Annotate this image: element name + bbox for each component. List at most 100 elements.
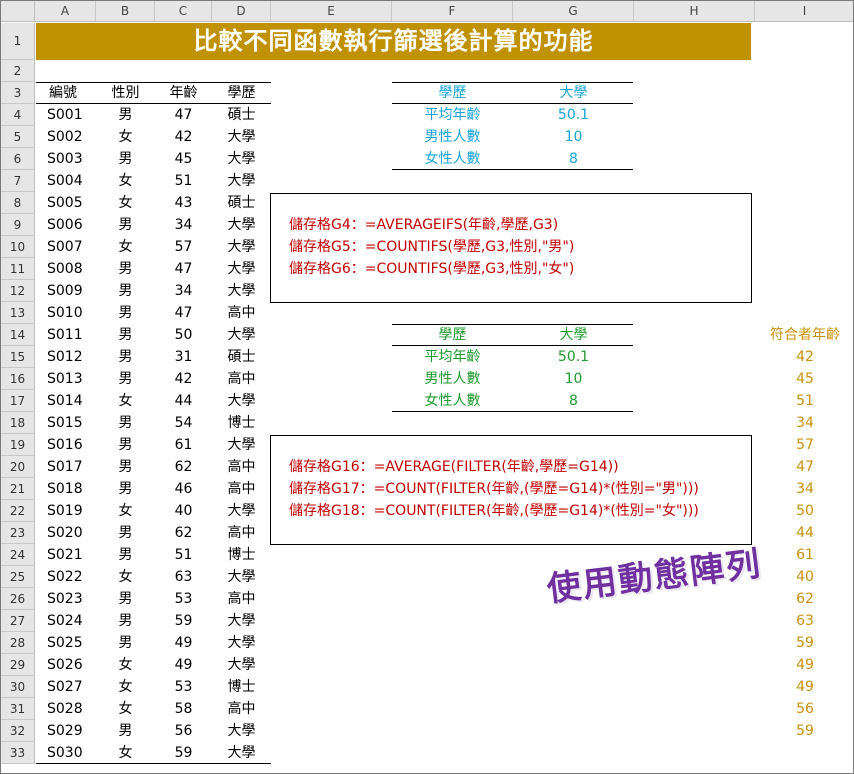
row-header-15[interactable]: 15	[1, 346, 35, 368]
table-cell[interactable]: 男	[96, 214, 155, 236]
row-header-17[interactable]: 17	[1, 390, 35, 412]
table-cell[interactable]: 62	[155, 456, 212, 478]
table-cell[interactable]: 女	[96, 236, 155, 258]
age-value[interactable]: 62	[755, 588, 853, 610]
table-cell[interactable]: 大學	[212, 214, 271, 236]
table-cell[interactable]: 男	[96, 456, 155, 478]
table-cell[interactable]: S030	[41, 742, 102, 764]
table-cell[interactable]: 女	[96, 566, 155, 588]
table-cell[interactable]: 男	[96, 522, 155, 544]
table-cell[interactable]: 碩士	[212, 192, 271, 214]
table-cell[interactable]: 男	[96, 280, 155, 302]
table-cell[interactable]: S013	[41, 368, 102, 390]
table-cell[interactable]: 高中	[212, 588, 271, 610]
column-header-e[interactable]: E	[271, 1, 392, 22]
age-value[interactable]: 34	[755, 412, 853, 434]
table-cell[interactable]: 男	[96, 544, 155, 566]
column-header-i[interactable]: I	[755, 1, 853, 22]
select-all-corner[interactable]	[1, 1, 35, 22]
row-header-31[interactable]: 31	[1, 698, 35, 720]
table-cell[interactable]: 女	[96, 390, 155, 412]
row-header-18[interactable]: 18	[1, 412, 35, 434]
table-cell[interactable]: 42	[155, 126, 212, 148]
table-cell[interactable]: S018	[41, 478, 102, 500]
table-cell[interactable]: 女	[96, 742, 155, 764]
table-cell[interactable]: 53	[155, 676, 212, 698]
table-cell[interactable]: S022	[41, 566, 102, 588]
table-cell[interactable]: 40	[155, 500, 212, 522]
table-cell[interactable]: 大學	[212, 148, 271, 170]
row-header-13[interactable]: 13	[1, 302, 35, 324]
table-cell[interactable]: 大學	[212, 632, 271, 654]
row-header-16[interactable]: 16	[1, 368, 35, 390]
table-cell[interactable]: 54	[155, 412, 212, 434]
table-cell[interactable]: 63	[155, 566, 212, 588]
summary-cell[interactable]: 8	[513, 390, 634, 412]
table-cell[interactable]: S028	[41, 698, 102, 720]
table-cell[interactable]: S009	[41, 280, 102, 302]
table-cell[interactable]: 62	[155, 522, 212, 544]
table-cell[interactable]: 高中	[212, 456, 271, 478]
table-cell[interactable]: 大學	[212, 610, 271, 632]
table-cell[interactable]: 高中	[212, 368, 271, 390]
age-value[interactable]: 59	[755, 720, 853, 742]
table-cell[interactable]: 51	[155, 544, 212, 566]
table-cell[interactable]: 57	[155, 236, 212, 258]
table-cell[interactable]: S019	[41, 500, 102, 522]
table-cell[interactable]: 47	[155, 104, 212, 126]
table-cell[interactable]: 大學	[212, 258, 271, 280]
row-header-12[interactable]: 12	[1, 280, 35, 302]
age-value[interactable]: 56	[755, 698, 853, 720]
table-cell[interactable]: 男	[96, 478, 155, 500]
age-value[interactable]: 40	[755, 566, 853, 588]
table-cell[interactable]: S025	[41, 632, 102, 654]
table-cell[interactable]: 47	[155, 258, 212, 280]
row-header-11[interactable]: 11	[1, 258, 35, 280]
table-cell[interactable]: S015	[41, 412, 102, 434]
table-cell[interactable]: 男	[96, 632, 155, 654]
column-header-d[interactable]: D	[212, 1, 271, 22]
table-cell[interactable]: 大學	[212, 390, 271, 412]
age-value[interactable]: 47	[755, 456, 853, 478]
table-cell[interactable]: 34	[155, 214, 212, 236]
table-cell[interactable]: 女	[96, 192, 155, 214]
table-cell[interactable]: 34	[155, 280, 212, 302]
sheet-title[interactable]: 比較不同函數執行篩選後計算的功能	[36, 23, 751, 60]
age-value[interactable]: 49	[755, 676, 853, 698]
table-cell[interactable]: S016	[41, 434, 102, 456]
row-header-30[interactable]: 30	[1, 676, 35, 698]
table-cell[interactable]: 女	[96, 500, 155, 522]
table-cell[interactable]: 大學	[212, 654, 271, 676]
table-cell[interactable]: S008	[41, 258, 102, 280]
table-cell[interactable]: 女	[96, 126, 155, 148]
row-header-1[interactable]: 1	[1, 23, 35, 60]
table-cell[interactable]: S027	[41, 676, 102, 698]
age-value[interactable]: 50	[755, 500, 853, 522]
table-cell[interactable]: 58	[155, 698, 212, 720]
age-value[interactable]: 59	[755, 632, 853, 654]
table-cell[interactable]: 51	[155, 170, 212, 192]
table-cell[interactable]: S007	[41, 236, 102, 258]
row-header-22[interactable]: 22	[1, 500, 35, 522]
row-header-8[interactable]: 8	[1, 192, 35, 214]
table-cell[interactable]: 59	[155, 610, 212, 632]
table-cell[interactable]: S029	[41, 720, 102, 742]
age-value[interactable]: 44	[755, 522, 853, 544]
column-header-a[interactable]: A	[35, 1, 96, 22]
column-header-c[interactable]: C	[155, 1, 212, 22]
row-header-24[interactable]: 24	[1, 544, 35, 566]
row-header-32[interactable]: 32	[1, 720, 35, 742]
row-header-10[interactable]: 10	[1, 236, 35, 258]
table-cell[interactable]: 博士	[212, 412, 271, 434]
table-cell[interactable]: 59	[155, 742, 212, 764]
table-cell[interactable]: 男	[96, 346, 155, 368]
row-header-9[interactable]: 9	[1, 214, 35, 236]
column-header-f[interactable]: F	[392, 1, 513, 22]
table-cell[interactable]: 50	[155, 324, 212, 346]
table-cell[interactable]: S001	[41, 104, 102, 126]
age-value[interactable]: 45	[755, 368, 853, 390]
table-cell[interactable]: 42	[155, 368, 212, 390]
table-cell[interactable]: 53	[155, 588, 212, 610]
table-cell[interactable]: S011	[41, 324, 102, 346]
table-cell[interactable]: S002	[41, 126, 102, 148]
